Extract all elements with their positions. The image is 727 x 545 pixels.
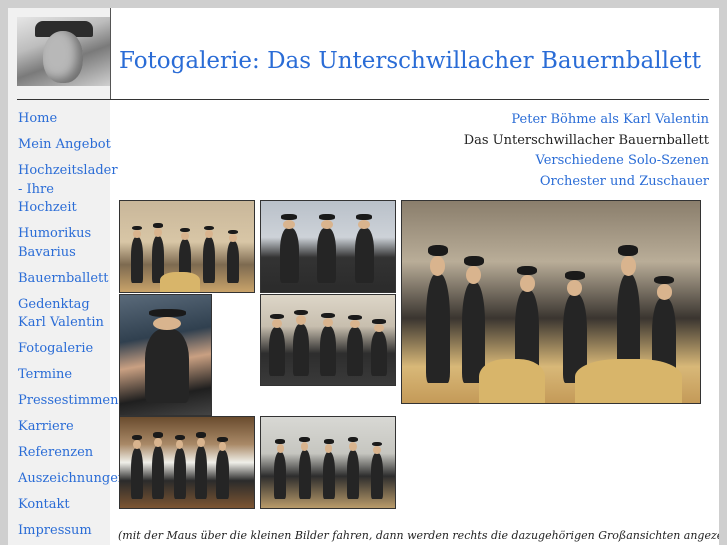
nav-item-fotogalerie[interactable]: Fotogalerie bbox=[18, 340, 118, 359]
thumb-hay bbox=[160, 271, 201, 292]
nav-item-home[interactable]: Home bbox=[18, 110, 118, 129]
header-divider bbox=[17, 99, 709, 100]
thumbnail-photo-1[interactable] bbox=[119, 200, 255, 293]
thumb-figure bbox=[269, 313, 286, 376]
gallery-link-solo-szenen[interactable]: Verschiedene Solo-Szenen bbox=[464, 151, 710, 172]
thumb-figure bbox=[319, 312, 337, 376]
thumbnail-photo-5[interactable] bbox=[119, 416, 255, 509]
thumb-figure bbox=[203, 225, 216, 283]
nav-item-bauernballett[interactable]: Bauernballett bbox=[18, 270, 118, 289]
gallery-link-karl-valentin[interactable]: Peter Böhme als Karl Valentin bbox=[464, 110, 709, 131]
thumb-figure bbox=[317, 214, 337, 283]
preview-hay bbox=[479, 358, 546, 403]
thumb-figure bbox=[370, 441, 383, 499]
nav-item-termine[interactable]: Termine bbox=[18, 366, 118, 385]
nav-item-humorikus-bavarius[interactable]: Humorikus Bavarius bbox=[18, 225, 98, 262]
thumb-figure bbox=[216, 436, 229, 499]
thumb-figure bbox=[298, 436, 311, 499]
nav-item-mein-angebot[interactable]: Mein Angebot bbox=[18, 136, 118, 155]
thumbnail-photo-6[interactable] bbox=[260, 416, 396, 509]
nav-item-impressum[interactable]: Impressum bbox=[18, 522, 118, 541]
left-column-divider bbox=[110, 8, 111, 99]
gallery-caption: (mit der Maus über die kleinen Bilder fa… bbox=[118, 529, 719, 542]
thumbnail-photo-3[interactable] bbox=[119, 294, 212, 416]
thumb-figure bbox=[130, 434, 143, 499]
gallery-links: Peter Böhme als Karl Valentin Das Unters… bbox=[464, 110, 709, 192]
thumb-figure bbox=[370, 319, 387, 376]
portrait-photo bbox=[17, 17, 110, 86]
gallery-link-orchester[interactable]: Orchester und Zuschauer bbox=[464, 172, 709, 193]
thumb-figure bbox=[346, 314, 363, 376]
nav-item-kontakt[interactable]: Kontakt bbox=[18, 496, 118, 515]
preview-figure bbox=[425, 245, 450, 383]
page-frame: Fotogalerie: Das Unterschwillacher Bauer… bbox=[8, 8, 719, 545]
thumb-figure bbox=[354, 214, 374, 283]
gallery-link-bauernballett-current: Das Unterschwillacher Bauernballett bbox=[463, 132, 709, 148]
nav-item-hochzeitslader[interactable]: Hochzeitslader - Ihre Hochzeit bbox=[18, 162, 118, 218]
thumbnail-photo-4[interactable] bbox=[260, 294, 396, 386]
thumb-figure bbox=[152, 432, 165, 499]
thumb-figure bbox=[195, 432, 208, 499]
thumb-figure bbox=[130, 225, 143, 283]
main-navigation: Home Mein Angebot Hochzeitslader - Ihre … bbox=[18, 110, 126, 545]
thumb-figure bbox=[173, 434, 186, 499]
thumb-figure bbox=[293, 310, 310, 376]
portrait-face bbox=[43, 31, 83, 83]
page-title: Fotogalerie: Das Unterschwillacher Bauer… bbox=[119, 48, 702, 74]
nav-item-gedenktag-karl-valentin[interactable]: Gedenktag Karl Valentin bbox=[18, 296, 114, 333]
thumb-figure bbox=[274, 439, 287, 499]
nav-item-referenzen[interactable]: Referenzen bbox=[18, 444, 118, 463]
thumbnail-photo-2[interactable] bbox=[260, 200, 396, 293]
thumb-figure bbox=[227, 230, 240, 283]
thumb-figure bbox=[279, 214, 299, 283]
nav-item-pressestimmen[interactable]: Pressestimmen bbox=[18, 392, 118, 411]
nav-item-karriere[interactable]: Karriere bbox=[18, 418, 118, 437]
thumb-figure bbox=[346, 436, 359, 499]
nav-item-auszeichnungen[interactable]: Auszeichnungen bbox=[18, 470, 126, 489]
thumb-figure bbox=[322, 439, 335, 499]
preview-hay bbox=[574, 358, 683, 403]
thumb-figure bbox=[145, 309, 190, 403]
large-preview-photo bbox=[401, 200, 701, 404]
